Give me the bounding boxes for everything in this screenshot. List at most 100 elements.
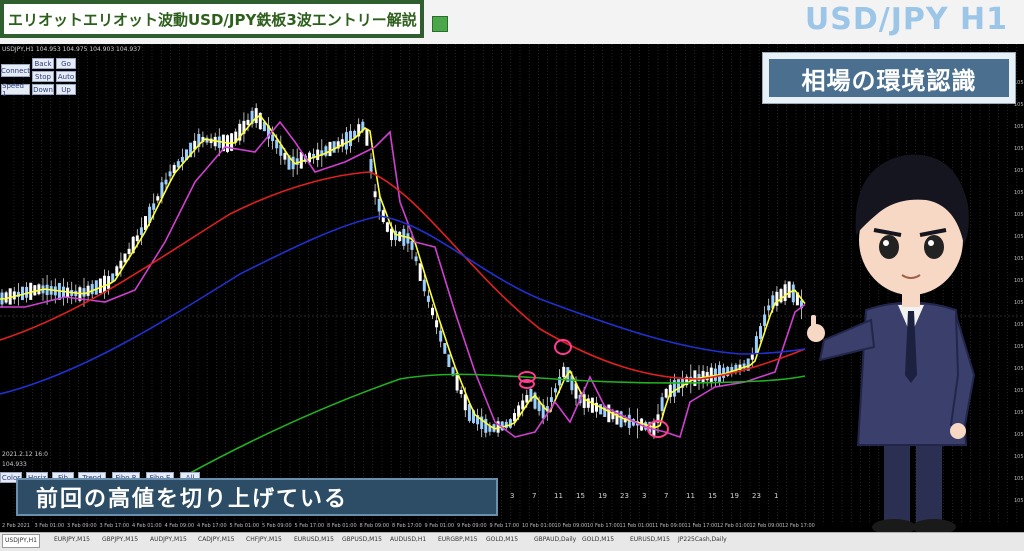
stop-button[interactable]: Stop [32,71,54,82]
candle-body [439,330,443,342]
green-square-icon[interactable] [432,16,448,32]
chart-tab[interactable]: EURGBP,M15 [438,536,477,543]
candle-body [316,149,320,160]
candle-body [754,336,758,354]
hour-label: 3 [642,492,647,500]
candle-body [90,284,94,295]
chart-tab[interactable]: EURUSD,M15 [630,536,670,543]
candle-body [418,263,422,281]
candle-body [127,248,131,255]
candle-body [168,171,172,177]
chart-tab[interactable]: AUDUSD,H1 [390,536,426,543]
candle-body [86,285,90,296]
title-banner: エリオットエリオット波動USD/JPY鉄板3波エントリー解説 [0,0,424,38]
candle-body [787,281,791,298]
crosshair-date-label: 2021.2.12 16:0 [2,451,48,458]
date-tick: 10 Feb 01:00 [522,523,555,529]
candle-body [328,141,332,157]
chart-tab[interactable]: GOLD,M15 [582,536,614,543]
chart-tab[interactable]: CADJPY,M15 [198,536,235,543]
candle-body [246,119,250,125]
date-tick: 10 Feb 09:00 [554,523,588,529]
chart-tab[interactable]: AUDJPY,M15 [150,536,187,543]
date-tick: 11 Feb 01:00 [619,523,653,529]
date-tick: 2 Feb 2021 [2,523,30,529]
chart-tab-bar: USDJPY,H1 EURJPY,M15 GBPJPY,M15 AUDJPY,M15 C… [0,532,1024,551]
pair-timeframe-title: USD/JPY H1 [804,2,1008,37]
candle-body [98,278,102,294]
businessman-character-illustration [807,154,976,535]
date-tick: 3 Feb 17:00 [99,523,130,529]
date-tick: 4 Feb 17:00 [197,523,227,529]
candle-body [377,198,381,212]
chart-tab[interactable]: USDJPY,H1 [2,534,40,548]
candle-body [373,191,377,198]
candle-body [135,235,139,242]
candle-body [385,222,389,232]
candle-body [791,284,795,303]
price-tick: 105 [1014,124,1024,130]
chart-tab[interactable]: CHFJPY,M15 [246,536,282,543]
date-tick: 11 Feb 09:00 [652,523,685,529]
back-button[interactable]: Back [32,58,54,69]
candle-body [459,389,463,395]
candle-body [103,275,106,293]
candle-body [775,291,779,306]
candle-body [422,279,426,292]
chart-tab[interactable]: GBPAUD,Daily [534,536,576,543]
go-button[interactable]: Go [56,58,76,69]
environment-caption-box: 相場の環境認識 [762,52,1016,104]
chart-tab[interactable]: EURJPY,M15 [54,536,90,543]
candle-body [271,134,275,142]
hour-label: 23 [620,492,629,500]
x-axis: 2 Feb 2021 3 Feb 01:00 3 Feb 09:00 3 Feb 17… [0,522,815,532]
candle-body [107,276,111,290]
chart-tab[interactable]: GOLD,M15 [486,536,518,543]
candle-body [554,388,557,393]
date-tick: 12 Feb 09:00 [749,523,783,529]
chart-tab[interactable]: EURUSD,M15 [294,536,334,543]
candle-body [119,260,123,269]
chart-tab[interactable]: JP225Cash,Daily [678,536,727,543]
hour-label: 7 [664,492,669,500]
crosshair-price-label: 104.933 [2,461,27,468]
pink-circle-marker [519,379,535,389]
hour-label: 19 [730,492,739,500]
candle-body [677,379,680,393]
candle-body [607,404,611,423]
subtitle-caption: 前回の高値を切り上げている [16,478,498,516]
candle-body [763,314,767,326]
ema-fast-line [0,114,806,430]
candle-body [82,288,86,297]
speed-button[interactable]: Speed 1 [1,82,30,98]
pink-circle-marker [647,420,669,438]
hour-label: 19 [598,492,607,500]
date-tick: 12 Feb 01:00 [717,523,750,529]
chart-tab[interactable]: GBPUSD,M15 [342,536,382,543]
date-tick: 10 Feb 17:00 [587,523,620,529]
chart-tab[interactable]: GBPJPY,M15 [102,536,138,543]
connect-button[interactable]: Connect [1,64,30,77]
date-tick: 12 Feb 17:00 [782,523,815,529]
candle-body [484,418,488,433]
date-tick: 5 Feb 01:00 [229,523,260,529]
date-tick: 5 Feb 09:00 [262,523,292,529]
candle-body [759,326,762,339]
candle-body [254,108,258,124]
candle-body [164,179,168,185]
candle-body [590,397,594,413]
up-button[interactable]: Up [56,84,76,95]
hour-label: 15 [576,492,585,500]
auto-button[interactable]: Auto [56,71,76,82]
candle-body [410,241,414,250]
hour-label: 23 [752,492,761,500]
candle-body [664,389,668,398]
candle-body [180,156,184,163]
candle-body [562,366,566,378]
down-button[interactable]: Down [32,84,54,95]
candle-body [549,397,553,403]
hour-label: 11 [686,492,695,500]
ema-mid-line [0,120,806,439]
candle-body [414,256,418,262]
candle-body [349,130,352,147]
